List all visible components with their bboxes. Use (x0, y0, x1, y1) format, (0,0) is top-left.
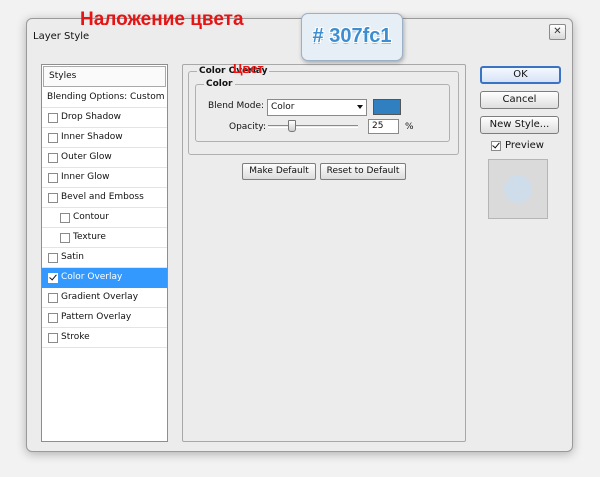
styles-item[interactable]: Drop Shadow (42, 108, 167, 128)
close-button[interactable]: ✕ (549, 24, 566, 40)
preview-shape (504, 175, 532, 203)
style-checkbox[interactable] (48, 293, 58, 303)
preview-checkbox[interactable] (491, 141, 501, 151)
layer-style-dialog: Layer Style ✕ Styles Blending Options: C… (26, 18, 573, 452)
opacity-label: Opacity: (229, 122, 266, 132)
opacity-slider[interactable] (268, 125, 358, 128)
new-style-button[interactable]: New Style... (480, 116, 559, 134)
style-checkbox[interactable] (48, 313, 58, 323)
styles-item[interactable]: Color Overlay (42, 268, 167, 288)
reset-default-button[interactable]: Reset to Default (320, 163, 406, 180)
opacity-input[interactable]: 25 (368, 119, 399, 134)
styles-item[interactable]: Gradient Overlay (42, 288, 167, 308)
opacity-unit: % (405, 122, 414, 132)
styles-item-label: Outer Glow (61, 152, 112, 162)
styles-item[interactable]: Blending Options: Custom (42, 88, 167, 108)
style-checkbox[interactable] (60, 213, 70, 223)
styles-item-label: Texture (73, 232, 106, 242)
cancel-button[interactable]: Cancel (480, 91, 559, 109)
styles-item-label: Bevel and Emboss (61, 192, 144, 202)
styles-item-label: Gradient Overlay (61, 292, 139, 302)
styles-item-label: Pattern Overlay (61, 312, 132, 322)
styles-header[interactable]: Styles (43, 66, 166, 87)
blend-mode-value: Color (271, 102, 295, 112)
make-default-button[interactable]: Make Default (242, 163, 316, 180)
styles-item[interactable]: Texture (42, 228, 167, 248)
annotation-color: Цвет (233, 61, 264, 76)
styles-item[interactable]: Bevel and Emboss (42, 188, 167, 208)
opacity-slider-thumb[interactable] (287, 120, 296, 132)
styles-item[interactable]: Outer Glow (42, 148, 167, 168)
style-checkbox[interactable] (48, 133, 58, 143)
styles-item[interactable]: Contour (42, 208, 167, 228)
preview-label: Preview (505, 140, 544, 151)
blend-mode-select[interactable]: Color (267, 99, 367, 116)
styles-item-label: Satin (61, 252, 84, 262)
styles-item-label: Inner Glow (61, 172, 110, 182)
style-checkbox[interactable] (48, 113, 58, 123)
color-swatch[interactable] (373, 99, 401, 115)
blend-mode-label: Blend Mode: (208, 101, 265, 111)
style-checkbox[interactable] (48, 253, 58, 263)
styles-item[interactable]: Pattern Overlay (42, 308, 167, 328)
style-checkbox[interactable] (60, 233, 70, 243)
styles-item[interactable]: Satin (42, 248, 167, 268)
ok-button[interactable]: OK (480, 66, 561, 84)
annotation-heading: Наложение цвета (80, 9, 244, 30)
hex-color-badge: # 307fc1 (301, 13, 403, 61)
styles-item[interactable]: Inner Shadow (42, 128, 167, 148)
style-checkbox[interactable] (48, 333, 58, 343)
preview-thumbnail (488, 159, 548, 219)
style-checkbox[interactable] (48, 193, 58, 203)
styles-item-label: Blending Options: Custom (47, 92, 165, 102)
style-checkbox[interactable] (48, 273, 58, 283)
color-overlay-group: Color Overlay Color Blend Mode: Color Op… (188, 66, 459, 155)
color-subgroup: Color Blend Mode: Color Opacity: 25 % (195, 79, 450, 142)
styles-item-label: Drop Shadow (61, 112, 122, 122)
styles-item-label: Inner Shadow (61, 132, 123, 142)
dialog-title: Layer Style (33, 31, 90, 42)
styles-item-label: Contour (73, 212, 109, 222)
color-overlay-panel: Color Overlay Color Blend Mode: Color Op… (182, 64, 466, 442)
styles-item[interactable]: Stroke (42, 328, 167, 348)
styles-list: Styles Blending Options: Custom Drop Shad… (41, 64, 168, 442)
styles-item[interactable]: Inner Glow (42, 168, 167, 188)
subgroup-title: Color (204, 79, 235, 89)
style-checkbox[interactable] (48, 153, 58, 163)
hex-color-text: # 307fc1 (312, 25, 392, 47)
close-icon: ✕ (553, 26, 562, 37)
chevron-down-icon (357, 105, 363, 109)
styles-item-label: Stroke (61, 332, 90, 342)
style-checkbox[interactable] (48, 173, 58, 183)
styles-item-label: Color Overlay (61, 272, 123, 282)
